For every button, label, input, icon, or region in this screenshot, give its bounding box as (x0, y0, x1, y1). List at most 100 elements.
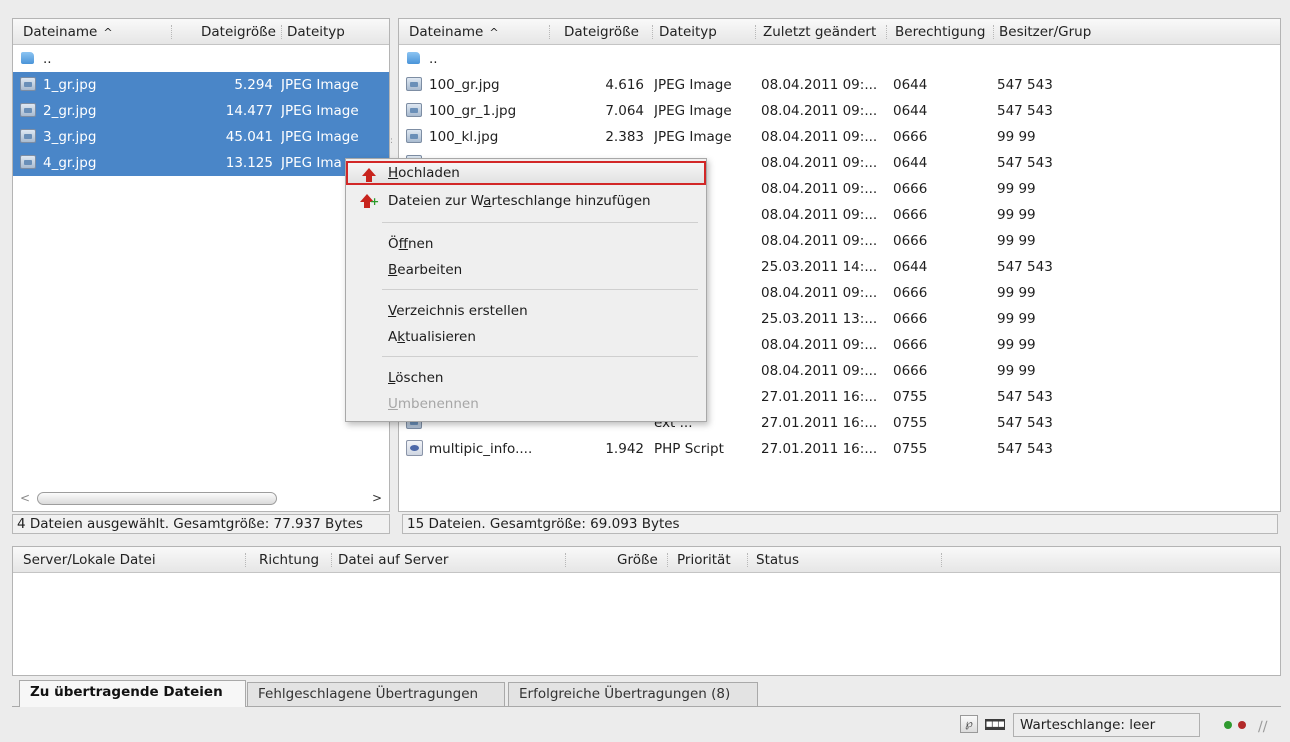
local-list-header: Dateiname ^ Dateigröße Dateityp (13, 19, 389, 45)
remote-col-permissions-header[interactable]: Berechtigung (895, 19, 985, 45)
local-parent-dir-row[interactable]: .. (13, 46, 389, 72)
queue-col-priority-header[interactable]: Priorität (677, 547, 731, 573)
column-separator[interactable] (171, 25, 172, 39)
file-modified: 08.04.2011 09:... (761, 181, 878, 197)
remote-col-type-header[interactable]: Dateityp (659, 19, 717, 45)
remote-col-name-header[interactable]: Dateiname ^ (409, 19, 499, 45)
queue-col-direction-header[interactable]: Richtung (259, 547, 319, 573)
local-file-row[interactable]: 4_gr.jpg 13.125 JPEG Ima (13, 150, 389, 176)
menu-separator (382, 356, 698, 357)
file-modified: 27.01.2011 16:... (761, 389, 878, 405)
local-file-row[interactable]: 2_gr.jpg 14.477 JPEG Image (13, 98, 389, 124)
binary-mode-icon[interactable]: ■■■ (985, 719, 1005, 730)
parent-dir-label: .. (429, 51, 438, 67)
remote-col-owner-header[interactable]: Besitzer/Grup (999, 19, 1091, 45)
queue-col-file-header[interactable]: Server/Lokale Datei (23, 547, 156, 573)
column-separator[interactable] (941, 553, 942, 567)
local-col-type-header[interactable]: Dateityp (287, 19, 345, 45)
connection-led-green-icon (1224, 721, 1232, 729)
column-separator[interactable] (652, 25, 653, 39)
transfer-queue-list[interactable]: Server/Lokale Datei Richtung Datei auf S… (12, 546, 1281, 676)
context-menu: Hochladen + Dateien zur Warteschlange hi… (345, 158, 707, 422)
file-size: 14.477 (225, 103, 273, 119)
sort-ascending-icon: ^ (489, 26, 499, 39)
remote-col-modified-header[interactable]: Zuletzt geändert (763, 19, 876, 45)
file-modified: 27.01.2011 16:... (761, 415, 878, 431)
connection-led-red-icon (1238, 721, 1246, 729)
file-name: 1_gr.jpg (43, 77, 97, 93)
file-permissions: 0666 (893, 181, 928, 197)
menu-item-create-directory[interactable]: Verzeichnis erstellen (346, 299, 706, 323)
column-separator[interactable] (755, 25, 756, 39)
local-file-row[interactable]: 3_gr.jpg 45.041 JPEG Image (13, 124, 389, 150)
column-separator[interactable] (549, 25, 550, 39)
queue-col-size-header[interactable]: Größe (617, 547, 658, 573)
remote-file-row[interactable]: 100_gr.jpg 4.616 JPEG Image 08.04.2011 09:.… (399, 72, 1280, 98)
menu-separator (382, 289, 698, 290)
remote-file-row[interactable]: 100_gr_1.jpg 7.064 JPEG Image 08.04.2011 09… (399, 98, 1280, 124)
column-separator[interactable] (886, 25, 887, 39)
pane-splitter-handle[interactable]: : (390, 137, 396, 149)
jpeg-file-icon (20, 103, 36, 117)
filter-icon[interactable]: ℘ (960, 715, 978, 733)
file-owner: 547 543 (997, 259, 1053, 275)
file-name: 2_gr.jpg (43, 103, 97, 119)
file-owner: 99 99 (997, 129, 1036, 145)
remote-col-size-header[interactable]: Dateigröße (564, 19, 639, 45)
file-permissions: 0666 (893, 311, 928, 327)
tab-queued-files[interactable]: Zu übertragende Dateien (19, 680, 246, 707)
column-separator[interactable] (331, 553, 332, 567)
queue-header: Server/Lokale Datei Richtung Datei auf S… (13, 547, 1280, 573)
file-owner: 99 99 (997, 181, 1036, 197)
remote-file-row[interactable]: 100_kl.jpg 2.383 JPEG Image 08.04.2011 09:.… (399, 124, 1280, 150)
file-permissions: 0755 (893, 415, 928, 431)
file-permissions: 0644 (893, 103, 928, 119)
tab-failed-transfers[interactable]: Fehlgeschlagene Übertragungen (247, 682, 505, 706)
local-col-name-header[interactable]: Dateiname ^ (23, 19, 113, 45)
local-file-list[interactable]: Dateiname ^ Dateigröße Dateityp .. 1_gr.j… (12, 18, 390, 512)
menu-item-refresh[interactable]: Aktualisieren (346, 325, 706, 349)
menu-item-edit[interactable]: Bearbeiten (346, 258, 706, 282)
menu-item-rename: Umbenennen (388, 396, 479, 412)
local-horizontal-scrollbar[interactable]: < > (15, 489, 387, 507)
column-separator[interactable] (993, 25, 994, 39)
queue-col-status-header[interactable]: Status (756, 547, 799, 573)
file-size: 1.942 (605, 441, 644, 457)
file-name: 4_gr.jpg (43, 155, 97, 171)
column-separator[interactable] (667, 553, 668, 567)
resize-grip-icon[interactable]: ∕∕ (1258, 718, 1278, 738)
local-file-row[interactable]: 1_gr.jpg 5.294 JPEG Image (13, 72, 389, 98)
menu-item-upload[interactable]: Hochladen (346, 161, 706, 185)
file-owner: 99 99 (997, 285, 1036, 301)
jpeg-file-icon (406, 103, 422, 117)
file-permissions: 0644 (893, 259, 928, 275)
file-permissions: 0666 (893, 363, 928, 379)
file-permissions: 0666 (893, 233, 928, 249)
column-separator[interactable] (747, 553, 748, 567)
menu-item-delete[interactable]: Löschen (346, 366, 706, 390)
column-separator[interactable] (281, 25, 282, 39)
column-separator[interactable] (565, 553, 566, 567)
file-size: 2.383 (605, 129, 644, 145)
file-size: 13.125 (225, 155, 273, 171)
tab-successful-transfers[interactable]: Erfolgreiche Übertragungen (8) (508, 682, 758, 706)
local-status: 4 Dateien ausgewählt. Gesamtgröße: 77.93… (12, 514, 390, 534)
menu-item-open[interactable]: Öffnen (346, 232, 706, 256)
local-col-size-header[interactable]: Dateigröße (201, 19, 276, 45)
scrollbar-thumb[interactable] (37, 492, 277, 505)
file-owner: 99 99 (997, 207, 1036, 223)
file-modified: 08.04.2011 09:... (761, 337, 878, 353)
file-permissions: 0755 (893, 389, 928, 405)
menu-item-add-to-queue-label: Dateien zur Warteschlange hinzufügen (388, 193, 651, 209)
jpeg-file-icon (20, 77, 36, 91)
queue-col-serverfile-header[interactable]: Datei auf Server (338, 547, 448, 573)
scroll-left-icon[interactable]: < (17, 490, 33, 506)
menu-item-add-to-queue[interactable]: + Dateien zur Warteschlange hinzufügen (346, 189, 706, 213)
scroll-right-icon[interactable]: > (369, 490, 385, 506)
remote-parent-dir-row[interactable]: .. (399, 46, 1280, 72)
file-modified: 08.04.2011 09:... (761, 129, 878, 145)
remote-file-row[interactable]: multipic_info.... 1.942 PHP Script 27.01.20… (399, 436, 1280, 462)
jpeg-file-icon (406, 129, 422, 143)
column-separator[interactable] (245, 553, 246, 567)
queue-status-text: Warteschlange: leer (1013, 713, 1200, 737)
